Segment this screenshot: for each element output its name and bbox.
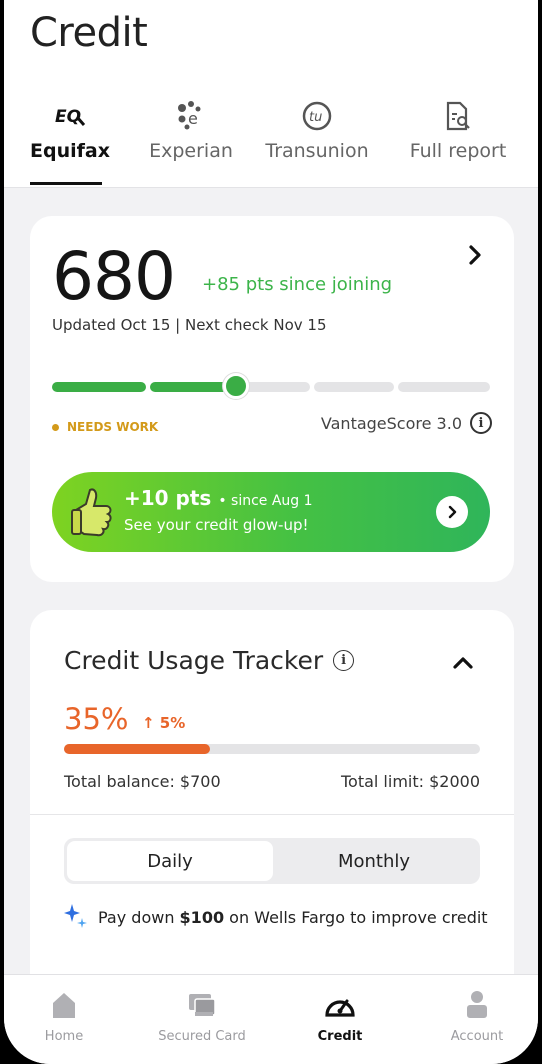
usage-bar-fill: [64, 744, 210, 754]
header: Credit EQ Equifax e Experian tu Transuni…: [4, 0, 538, 188]
usage-bar: [64, 744, 480, 754]
person-icon: [442, 989, 512, 1021]
tab-equifax[interactable]: EQ Equifax: [30, 98, 110, 162]
usage-change: ↑ 5%: [142, 714, 186, 732]
status-badge: NEEDS WORK: [52, 420, 158, 434]
meter-segment: [52, 382, 146, 392]
meter-segment: [314, 382, 394, 392]
chevron-up-icon[interactable]: [452, 652, 474, 674]
glow-up-banner[interactable]: +10 pts • since Aug 1 See your credit gl…: [52, 472, 490, 552]
bottom-nav: Home Secured Card Credit Account: [4, 974, 538, 1064]
svg-text:e: e: [188, 109, 198, 128]
total-limit: Total limit: $2000: [340, 772, 480, 791]
nav-account[interactable]: Account: [442, 989, 512, 1044]
period-toggle: Daily Monthly: [64, 838, 480, 884]
phone-screen: Credit EQ Equifax e Experian tu Transuni…: [4, 0, 538, 1064]
nav-home[interactable]: Home: [34, 989, 94, 1044]
home-icon: [34, 989, 94, 1021]
score-meter-knob: [222, 373, 249, 399]
toggle-monthly[interactable]: Monthly: [271, 841, 477, 881]
experian-logo-icon: e: [146, 98, 236, 134]
usage-tip: Pay down $100 on Wells Fargo to improve …: [64, 904, 488, 930]
equifax-logo-icon: EQ: [30, 98, 110, 134]
score-meter: [52, 373, 490, 399]
tab-full-report[interactable]: Full report: [406, 98, 510, 162]
svg-text:tu: tu: [309, 110, 322, 125]
card-icon: [152, 989, 252, 1021]
report-search-icon: [406, 98, 510, 134]
nav-credit[interactable]: Credit: [310, 989, 370, 1044]
score-model: VantageScore 3.0 i: [321, 412, 492, 434]
update-info: Updated Oct 15 | Next check Nov 15: [52, 316, 327, 334]
transunion-logo-icon: tu: [262, 98, 372, 134]
nav-secured-card[interactable]: Secured Card: [152, 989, 252, 1044]
status-dot: [52, 423, 59, 431]
info-icon[interactable]: i: [470, 412, 492, 434]
sparkle-icon: [64, 904, 87, 928]
total-balance: Total balance: $700: [64, 772, 221, 791]
glow-up-message: See your credit glow-up!: [124, 516, 309, 534]
info-icon[interactable]: i: [333, 650, 355, 671]
chevron-right-icon[interactable]: [464, 244, 486, 266]
glow-up-points: +10 pts • since Aug 1: [124, 486, 313, 510]
usage-percent: 35%: [64, 702, 129, 736]
tab-transunion[interactable]: tu Transunion: [262, 98, 372, 162]
credit-score: 680: [52, 238, 176, 315]
active-tab-indicator: [30, 182, 102, 185]
score-change: +85 pts since joining: [202, 274, 393, 295]
tip-text: Pay down $100 on Wells Fargo to improve …: [98, 907, 488, 927]
gauge-icon: [310, 989, 370, 1021]
glow-up-arrow-button[interactable]: [436, 496, 468, 528]
usage-title: Credit Usage Tracker i: [64, 646, 355, 675]
score-card[interactable]: 680 +85 pts since joining Updated Oct 15…: [30, 216, 514, 582]
chevron-right-icon: [448, 505, 457, 519]
tab-experian[interactable]: e Experian: [146, 98, 236, 162]
toggle-daily[interactable]: Daily: [67, 841, 273, 881]
page-title: Credit: [30, 10, 148, 56]
credit-usage-card: Credit Usage Tracker i 35% ↑ 5% Total ba…: [30, 610, 514, 1030]
divider: [30, 814, 514, 815]
meter-segment: [398, 382, 490, 392]
thumbs-up-icon: [71, 488, 112, 537]
